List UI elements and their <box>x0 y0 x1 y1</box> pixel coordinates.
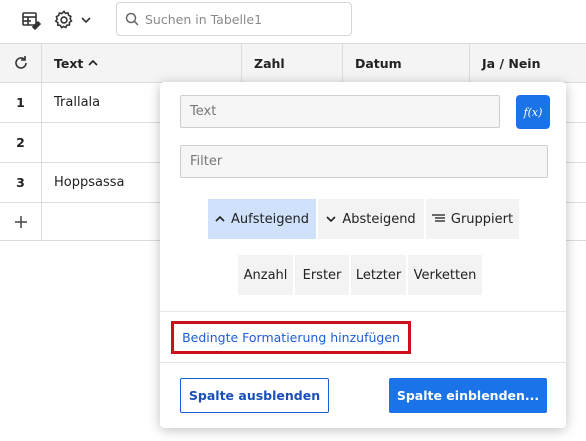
table-header-row: Text Zahl Datum Ja / Nein <box>0 43 586 83</box>
column-header-label: Datum <box>355 55 402 71</box>
table-edit-icon[interactable] <box>19 8 43 32</box>
aggregate-first-button[interactable]: Erster <box>295 255 349 295</box>
filter-field[interactable] <box>180 145 548 178</box>
column-name-input[interactable] <box>190 104 490 119</box>
hide-column-label: Spalte ausblenden <box>188 388 321 403</box>
formula-icon: f(x) <box>523 105 543 119</box>
column-settings-popover: f(x) Aufsteigend Absteigend Gruppiert An… <box>160 82 566 428</box>
chevron-down-icon <box>326 215 336 223</box>
add-conditional-formatting-link[interactable]: Bedingte Formatierung hinzufügen <box>171 321 411 354</box>
toolbar <box>0 0 586 43</box>
sort-descending-label: Absteigend <box>342 211 416 227</box>
group-button[interactable]: Gruppiert <box>426 199 519 239</box>
column-header-label: Zahl <box>254 55 285 71</box>
sort-ascending-button[interactable]: Aufsteigend <box>208 199 316 239</box>
hide-column-button[interactable]: Spalte ausblenden <box>180 378 329 413</box>
divider <box>160 362 566 363</box>
group-label: Gruppiert <box>450 211 514 227</box>
filter-input[interactable] <box>190 154 490 169</box>
search-icon <box>125 12 139 26</box>
aggregate-count-button[interactable]: Anzahl <box>238 255 293 295</box>
chevron-down-icon[interactable] <box>78 8 94 32</box>
plus-icon[interactable] <box>0 203 42 240</box>
aggregate-label: Erster <box>302 267 342 283</box>
sort-ascending-icon <box>88 59 98 67</box>
aggregate-last-button[interactable]: Letzter <box>351 255 406 295</box>
column-header-label: Ja / Nein <box>482 55 541 71</box>
sort-ascending-label: Aufsteigend <box>231 211 309 227</box>
show-column-label: Spalte einblenden... <box>396 388 540 403</box>
column-header-ja-nein[interactable]: Ja / Nein <box>470 44 586 82</box>
divider <box>160 311 566 312</box>
show-column-button[interactable]: Spalte einblenden... <box>389 378 547 413</box>
aggregate-label: Anzahl <box>243 267 288 283</box>
aggregate-concat-button[interactable]: Verketten <box>408 255 482 295</box>
sort-descending-button[interactable]: Absteigend <box>318 199 424 239</box>
search-input[interactable] <box>145 11 345 27</box>
chevron-up-icon <box>215 215 225 223</box>
aggregate-label: Verketten <box>413 267 477 283</box>
row-number: 1 <box>0 83 42 122</box>
aggregate-label: Letzter <box>355 267 402 283</box>
column-header-text[interactable]: Text <box>42 44 242 82</box>
gear-icon[interactable] <box>52 8 76 32</box>
column-header-label: Text <box>54 55 84 71</box>
row-number: 2 <box>0 123 42 162</box>
refresh-icon[interactable] <box>0 44 42 82</box>
row-number: 3 <box>0 163 42 202</box>
conditional-format-label: Bedingte Formatierung hinzufügen <box>182 330 400 345</box>
search-field[interactable] <box>116 2 352 36</box>
group-lines-icon <box>431 214 445 224</box>
column-header-datum[interactable]: Datum <box>343 44 470 82</box>
column-name-field[interactable] <box>180 95 500 128</box>
formula-button[interactable]: f(x) <box>516 95 550 129</box>
column-header-zahl[interactable]: Zahl <box>242 44 343 82</box>
